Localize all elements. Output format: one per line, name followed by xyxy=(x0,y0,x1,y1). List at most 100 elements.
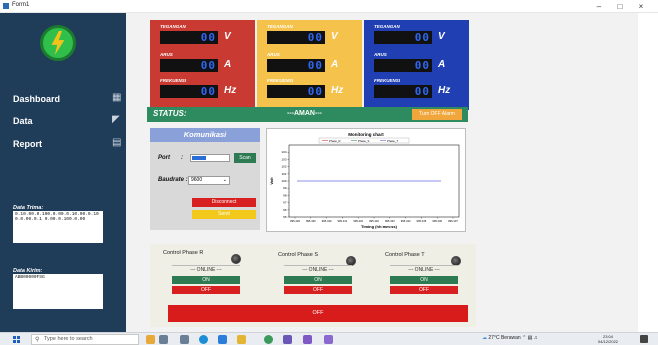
tray-chevron-icon[interactable]: ⌃ xyxy=(522,335,526,341)
x-tick-label: 995.433 xyxy=(385,219,395,223)
title-bar: Form1 – □ × xyxy=(0,0,658,13)
phase-s-online-status: --- ONLINE --- xyxy=(284,265,352,273)
nav-report[interactable]: Report xyxy=(13,139,42,149)
taskbar: Type here to search ⚲ ☁ 27°C Berawan ⌃ ▤… xyxy=(0,332,658,345)
control-phase-t-label: Control Phase T xyxy=(385,252,425,258)
windows-start-icon[interactable] xyxy=(13,336,20,343)
unit-label: A xyxy=(331,59,339,70)
app-icon[interactable] xyxy=(303,335,312,344)
arus-label: ARUS xyxy=(374,52,387,57)
x-tick-label: 995.431 xyxy=(338,219,348,223)
unit-label: Hz xyxy=(438,85,451,96)
task-view-icon[interactable] xyxy=(159,335,168,344)
unit-label: V xyxy=(224,31,231,42)
data-kirim-box[interactable]: ABB00000FSG xyxy=(13,274,103,309)
komunikasi-panel: Komunikasi Port : Scan Baudrate : 9600 ⌄ … xyxy=(150,128,260,230)
x-tick-label: 995.435 xyxy=(417,219,427,223)
x-tick-label: 995.437 xyxy=(448,219,458,223)
close-button[interactable]: × xyxy=(634,1,648,12)
frekuensi-display: 00 xyxy=(374,85,432,98)
volume-icon[interactable]: ♫ xyxy=(534,335,538,341)
port-select[interactable] xyxy=(190,154,230,162)
frekuensi-display: 00 xyxy=(267,85,325,98)
notification-icon[interactable] xyxy=(640,335,648,343)
x-tick-label: 995.432 xyxy=(353,219,363,223)
chart-x-label: Timing (hh:mm:ss) xyxy=(361,224,398,229)
weather-text[interactable]: 27°C Berawan xyxy=(488,335,520,341)
y-tick-label: 100 xyxy=(281,179,286,183)
network-icon[interactable]: ▤ xyxy=(528,335,533,341)
scan-button[interactable]: Scan xyxy=(234,153,256,163)
disconnect-button[interactable]: Disconnect xyxy=(192,198,256,207)
port-label: Port xyxy=(158,155,170,161)
visual-studio-icon[interactable] xyxy=(283,335,292,344)
chart-svg: Monitoring chart Timing (hh:mm:ss) Volt … xyxy=(269,132,460,229)
legend-entry: Phase_S xyxy=(358,139,369,143)
x-tick-label: 995.430 xyxy=(322,219,332,223)
status-label: STATUS: xyxy=(153,109,187,118)
send-button[interactable]: Send xyxy=(192,210,256,219)
y-tick-label: 102 xyxy=(281,165,286,169)
phase-s-off-button[interactable]: OFF xyxy=(284,286,352,294)
nav-dashboard[interactable]: Dashboard xyxy=(13,94,60,104)
phase-t-online-status: --- ONLINE --- xyxy=(390,265,458,273)
window-title: Form1 xyxy=(12,2,30,8)
x-tick-label: 995.430 xyxy=(306,219,316,223)
edge-browser-icon[interactable] xyxy=(199,335,208,344)
weather-widget-icon[interactable] xyxy=(146,335,155,344)
frekuensi-label: FREKUENSI xyxy=(160,78,187,83)
tegangan-display: 00 xyxy=(267,31,325,44)
phase-r-led-icon xyxy=(231,254,241,264)
phase-r-off-button[interactable]: OFF xyxy=(172,286,240,294)
y-tick-label: 104 xyxy=(281,150,286,154)
phase-t-on-button[interactable]: ON xyxy=(390,276,458,284)
phase-t-off-button[interactable]: OFF xyxy=(390,286,458,294)
phase-s-panel: TEGANGAN 00 V ARUS 00 A FREKUENSI 00 Hz xyxy=(257,20,362,110)
turn-off-alarm-button[interactable]: Turn OFF Alarm xyxy=(412,109,462,120)
legend-entry: Phase_T xyxy=(387,139,398,143)
baudrate-label: Baudrate : xyxy=(158,177,188,183)
data-terima-box[interactable]: 0.10.00.0.100.0.00.0.10.00.0.100.0.00.0.… xyxy=(13,211,103,243)
all-off-button[interactable]: OFF xyxy=(168,305,468,322)
unit-label: A xyxy=(224,59,232,70)
x-tick-label: 995.429 xyxy=(290,219,300,223)
frekuensi-display: 00 xyxy=(160,85,218,98)
clock-date: 04/12/2022 xyxy=(598,339,619,344)
maximize-button[interactable]: □ xyxy=(613,1,627,12)
nav-data[interactable]: Data xyxy=(13,116,33,126)
chrome-icon[interactable] xyxy=(264,335,273,344)
monitoring-chart: Monitoring chart Timing (hh:mm:ss) Volt … xyxy=(266,128,466,232)
unit-label: A xyxy=(438,59,446,70)
y-tick-label: 101 xyxy=(281,172,286,176)
frekuensi-label: FREKUENSI xyxy=(267,78,294,83)
y-tick-label: 99 xyxy=(283,186,287,190)
unit-label: Hz xyxy=(224,85,237,96)
chart-title: Monitoring chart xyxy=(348,132,384,137)
dashboard-grid-icon: ▦ xyxy=(112,92,122,103)
system-tray: ☁ 27°C Berawan ⌃ ▤ ♫ xyxy=(482,335,538,341)
app-icon[interactable] xyxy=(324,335,333,344)
phase-r-panel: TEGANGAN 00 V ARUS 00 A FREKUENSI 00 Hz xyxy=(150,20,255,110)
phase-s-on-button[interactable]: ON xyxy=(284,276,352,284)
phase-r-on-button[interactable]: ON xyxy=(172,276,240,284)
status-bar: STATUS: ---AMAN--- Turn OFF Alarm xyxy=(147,107,468,122)
vscode-icon[interactable] xyxy=(218,335,227,344)
chart-icon: ◤ xyxy=(112,114,120,125)
unit-label: V xyxy=(438,31,445,42)
tegangan-label: TEGANGAN xyxy=(374,24,400,29)
tegangan-label: TEGANGAN xyxy=(267,24,293,29)
chevron-down-icon: ⌄ xyxy=(222,177,227,183)
phase-r-online-status: --- ONLINE --- xyxy=(172,265,240,273)
y-tick-label: 98 xyxy=(283,193,287,197)
x-tick-label: 995.436 xyxy=(432,219,442,223)
tegangan-display: 00 xyxy=(374,31,432,44)
plot-area: Phase_R Phase_S Phase_T 104 103 102 101 100 99 98… xyxy=(281,137,460,223)
baudrate-value: 9600 xyxy=(191,177,203,183)
clock[interactable]: 23:04 04/12/2022 xyxy=(598,334,618,344)
widgets-icon[interactable] xyxy=(180,335,189,344)
baudrate-select[interactable]: 9600 ⌄ xyxy=(188,176,230,185)
file-explorer-icon[interactable] xyxy=(237,335,246,344)
minimize-button[interactable]: – xyxy=(592,1,606,12)
taskbar-search[interactable]: Type here to search xyxy=(31,334,139,345)
search-icon: ⚲ xyxy=(35,337,40,343)
